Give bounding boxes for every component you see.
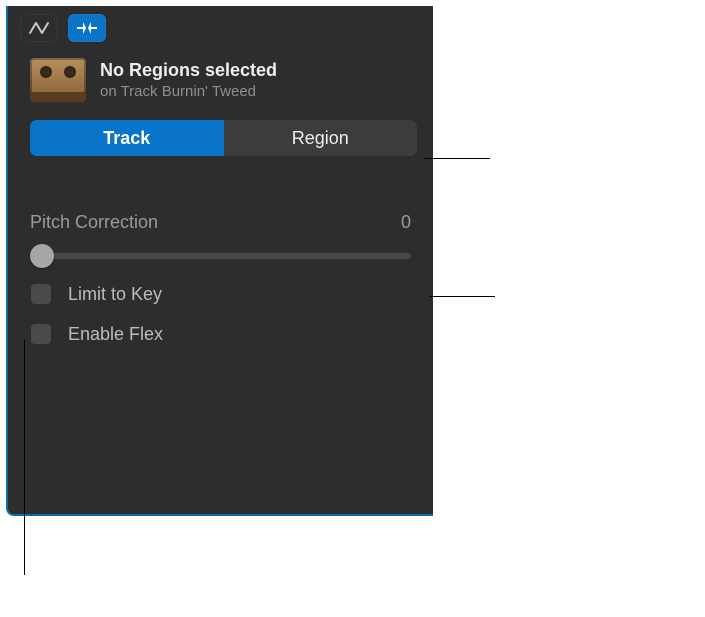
pitch-correction-slider[interactable] — [30, 247, 411, 265]
toolbar — [8, 6, 433, 48]
limit-to-key-row: Limit to Key — [30, 283, 411, 305]
track-region-segmented: Track Region — [30, 120, 417, 156]
slider-track — [30, 253, 411, 259]
catch-icon-button[interactable] — [20, 14, 58, 42]
pitch-correction-value: 0 — [401, 212, 411, 233]
callout-line — [424, 158, 490, 159]
callout-line — [24, 515, 25, 575]
flex-icon-button[interactable] — [68, 14, 106, 42]
enable-flex-row: Enable Flex — [30, 323, 411, 345]
callout-line — [429, 296, 495, 297]
enable-flex-label: Enable Flex — [68, 324, 163, 345]
callout-line — [24, 340, 25, 516]
pitch-correction-label: Pitch Correction — [30, 212, 158, 233]
slider-thumb[interactable] — [30, 244, 54, 268]
track-thumbnail — [30, 58, 86, 102]
controls-area: Pitch Correction 0 Limit to Key Enable F… — [8, 156, 433, 345]
pitch-correction-row: Pitch Correction 0 — [30, 212, 411, 233]
tab-track[interactable]: Track — [30, 120, 224, 156]
enable-flex-checkbox[interactable] — [30, 323, 52, 345]
limit-to-key-label: Limit to Key — [68, 284, 162, 305]
header-text: No Regions selected on Track Burnin' Twe… — [100, 60, 277, 100]
region-header: No Regions selected on Track Burnin' Twe… — [8, 48, 433, 114]
header-title: No Regions selected — [100, 60, 277, 81]
limit-to-key-checkbox[interactable] — [30, 283, 52, 305]
audio-editor-inspector: No Regions selected on Track Burnin' Twe… — [6, 6, 433, 516]
header-subtitle: on Track Burnin' Tweed — [100, 83, 277, 100]
tab-region[interactable]: Region — [224, 120, 418, 156]
